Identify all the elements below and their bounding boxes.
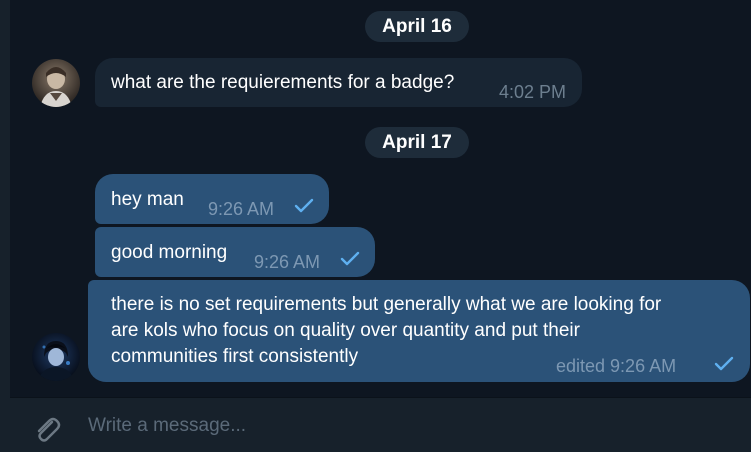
message-time: 9:26 AM — [254, 252, 321, 272]
paperclip-icon[interactable] — [30, 413, 64, 447]
date-separator: April 17 — [365, 127, 469, 158]
message-text-line: communities first consistently — [111, 346, 359, 367]
sender-avatar[interactable] — [32, 59, 80, 107]
self-avatar[interactable] — [32, 333, 80, 381]
message-list[interactable]: April 16 what are the requierements for … — [10, 0, 751, 397]
sidebar-edge — [0, 0, 10, 452]
message-text: hey man — [111, 189, 184, 210]
message-bubble-outgoing[interactable]: hey man 9:26 AM — [95, 174, 329, 224]
message-text: good morning — [111, 242, 228, 263]
message-input[interactable] — [88, 412, 728, 440]
message-text-line: there is no set requirements but general… — [111, 294, 662, 315]
chat-window: April 16 what are the requierements for … — [0, 0, 751, 452]
check-icon — [294, 198, 314, 213]
message-time: 9:26 AM — [208, 199, 275, 219]
message-composer — [10, 397, 751, 452]
check-icon — [714, 356, 734, 371]
message-text: what are the requierements for a badge? — [111, 72, 455, 93]
message-bubble-outgoing[interactable]: there is no set requirements but general… — [88, 280, 750, 382]
message-bubble-outgoing[interactable]: good morning 9:26 AM — [95, 227, 375, 277]
message-time: edited 9:26 AM — [556, 356, 677, 376]
check-icon — [340, 251, 360, 266]
message-text-line: are kols who focus on quality over quant… — [111, 320, 580, 341]
date-separator: April 16 — [365, 11, 469, 42]
avatar-image — [32, 59, 80, 107]
message-time: 4:02 PM — [499, 82, 567, 102]
message-bubble-incoming[interactable]: what are the requierements for a badge? … — [95, 58, 582, 107]
avatar-image — [32, 333, 80, 381]
